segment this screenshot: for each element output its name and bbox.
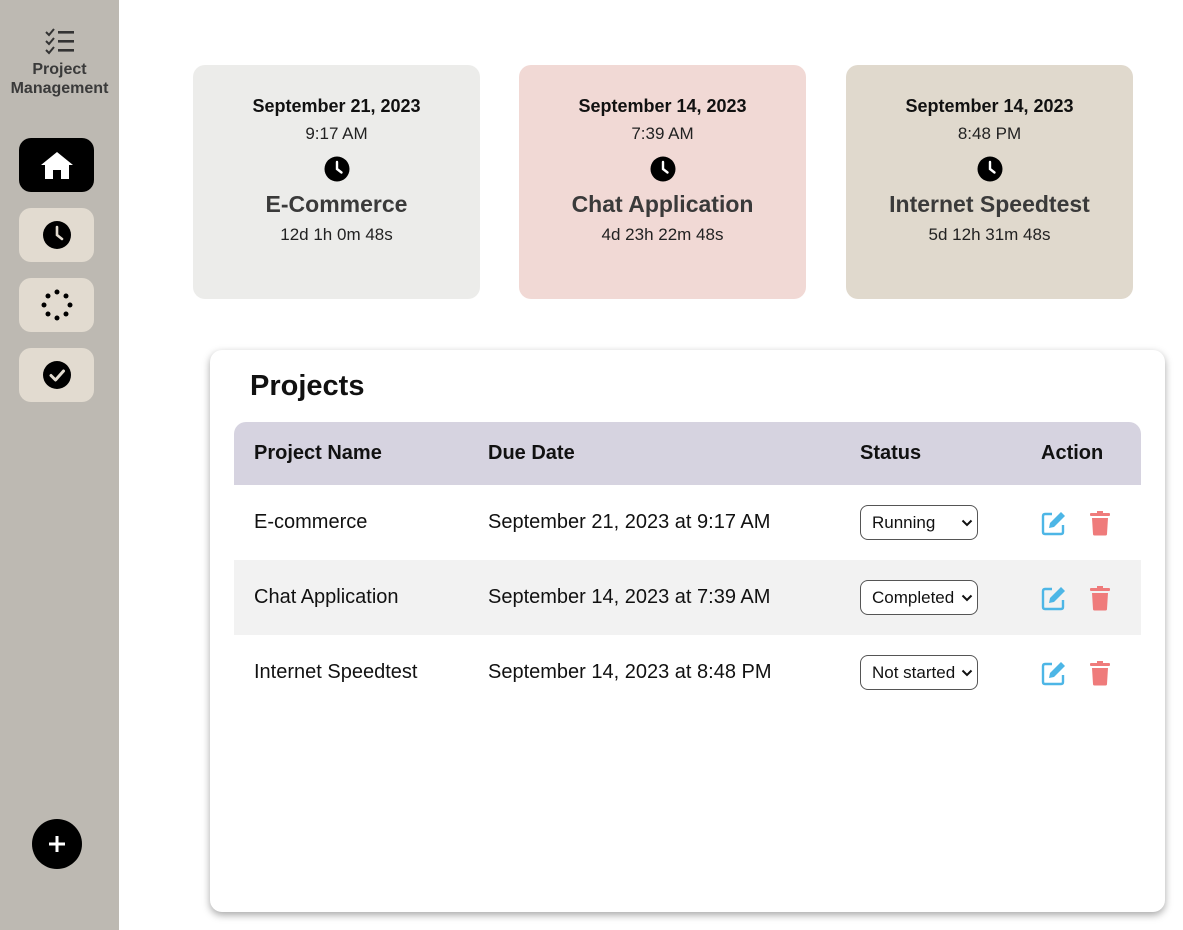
nav-in-progress-button[interactable] [19,278,94,332]
clock-icon [42,221,71,249]
project-card: September 14, 2023 8:48 PM Internet Spee… [846,65,1133,299]
column-header-action: Action [1041,442,1104,464]
trash-icon [1090,660,1110,685]
clock-icon [650,156,675,182]
card-date: September 14, 2023 [578,96,747,116]
trash-icon [1090,585,1110,610]
checklist-icon [44,28,74,55]
card-date: September 14, 2023 [905,96,1074,116]
clock-icon [977,156,1002,182]
due-date-cell: September 14, 2023 at 7:39 AM [488,586,771,608]
card-elapsed-time: 4d 23h 22m 48s [601,225,724,244]
spinner-icon [41,289,72,321]
action-cell [1021,560,1141,635]
add-project-button[interactable] [32,819,82,869]
sidebar: Project Management [0,0,119,930]
card-project-name: Chat Application [571,191,754,217]
chevron-down-icon [961,594,973,601]
status-select-value: Not started [872,662,956,682]
nav-pending-button[interactable] [19,208,94,262]
brand: Project Management [0,28,119,98]
delete-button[interactable] [1089,660,1111,686]
clock-icon [324,156,349,182]
card-project-name: Internet Speedtest [889,191,1090,217]
nav-home-button[interactable] [19,138,94,192]
project-name-cell: E-commerce [254,511,368,533]
column-header-project-name: Project Name [254,442,382,464]
check-circle-icon [42,361,71,389]
due-date-cell: September 14, 2023 at 8:48 PM [488,661,772,683]
status-select[interactable]: Running [860,505,978,540]
status-select[interactable]: Not started [860,655,978,690]
table-row: Chat Application September 14, 2023 at 7… [234,560,1141,635]
table-row: E-commerce September 21, 2023 at 9:17 AM… [234,485,1141,560]
status-select[interactable]: Completed [860,580,978,615]
project-name-cell: Chat Application [254,586,399,608]
edit-icon [1041,661,1065,685]
status-select-value: Completed [872,587,955,607]
table-header-row: Project Name Due Date Status Action [234,422,1141,485]
chevron-down-icon [961,669,973,676]
card-date: September 21, 2023 [252,96,421,116]
action-cell [1021,635,1141,710]
table-row: Internet Speedtest September 14, 2023 at… [234,635,1141,710]
column-header-due-date: Due Date [488,442,575,464]
edit-button[interactable] [1041,510,1067,536]
projects-panel: Projects Project Name Due Date Status Ac… [210,350,1165,912]
panel-title: Projects [250,370,365,402]
delete-button[interactable] [1089,585,1111,611]
plus-icon [49,836,65,852]
projects-table: Project Name Due Date Status Action E-co… [234,422,1141,710]
edit-button[interactable] [1041,660,1067,686]
action-cell [1021,485,1141,560]
due-date-cell: September 21, 2023 at 9:17 AM [488,511,771,533]
status-cell: Completed [840,560,1021,635]
home-icon [40,152,73,179]
project-card: September 14, 2023 7:39 AM Chat Applicat… [519,65,806,299]
status-select-value: Running [872,512,936,532]
edit-icon [1041,511,1065,535]
chevron-down-icon [961,519,973,526]
brand-title-line2: Management [10,80,109,97]
card-elapsed-time: 12d 1h 0m 48s [280,225,393,244]
brand-title-line1: Project [32,61,87,78]
card-time: 7:39 AM [631,124,694,143]
card-project-name: E-Commerce [265,191,408,217]
status-cell: Not started [840,635,1021,710]
edit-button[interactable] [1041,585,1067,611]
trash-icon [1090,510,1110,535]
nav-completed-button[interactable] [19,348,94,402]
project-card: September 21, 2023 9:17 AM E-Commerce 12… [193,65,480,299]
card-elapsed-time: 5d 12h 31m 48s [928,225,1051,244]
project-name-cell: Internet Speedtest [254,661,418,683]
card-time: 8:48 PM [957,124,1022,143]
status-cell: Running [840,485,1021,560]
delete-button[interactable] [1089,510,1111,536]
card-time: 9:17 AM [305,124,368,143]
edit-icon [1041,586,1065,610]
column-header-status: Status [860,442,922,464]
